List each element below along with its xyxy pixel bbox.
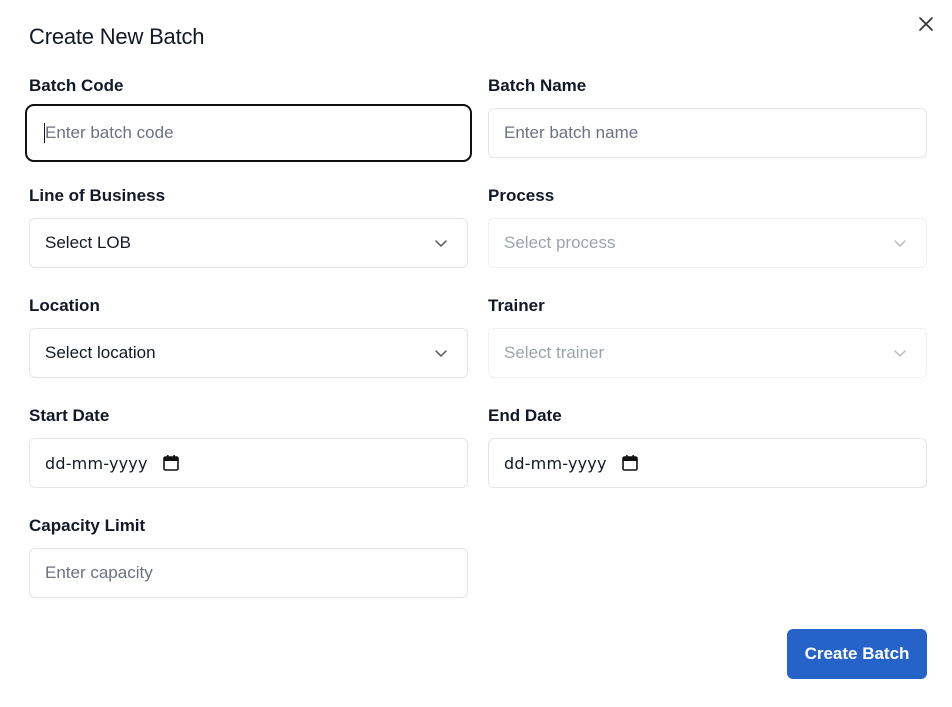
create-batch-button[interactable]: Create Batch [787, 629, 927, 679]
trainer-label: Trainer [488, 296, 545, 315]
batch-name-field: Batch Name [488, 75, 927, 158]
batch-name-input-box[interactable] [488, 108, 927, 158]
end-date-label: End Date [488, 406, 562, 425]
dialog-title: Create New Batch [29, 24, 205, 49]
end-date-value: dd-mm-yyyy [504, 453, 607, 473]
process-label: Process [488, 186, 555, 205]
capacity-field: Capacity Limit [29, 515, 468, 598]
start-date-label: Start Date [29, 406, 110, 425]
start-date-value: dd-mm-yyyy [45, 453, 148, 473]
batch-name-input[interactable] [504, 123, 911, 143]
batch-code-label: Batch Code [29, 76, 124, 95]
chevron-down-icon [893, 346, 907, 360]
close-icon[interactable] [919, 16, 933, 36]
end-date-input[interactable]: dd-mm-yyyy [488, 438, 927, 488]
trainer-select[interactable]: Select trainer [488, 328, 927, 378]
capacity-input[interactable] [45, 563, 452, 583]
location-label: Location [29, 296, 100, 315]
capacity-input-box[interactable] [29, 548, 468, 598]
chevron-down-icon [434, 236, 448, 250]
start-date-field: Start Date dd-mm-yyyy [29, 405, 468, 488]
lob-selected-value: Select LOB [45, 233, 131, 252]
process-field: Process Select process [488, 185, 927, 268]
batch-name-label: Batch Name [488, 76, 587, 95]
capacity-label: Capacity Limit [29, 516, 146, 535]
location-selected-value: Select location [45, 343, 156, 362]
calendar-icon[interactable] [621, 454, 639, 472]
chevron-down-icon [893, 236, 907, 250]
location-select[interactable]: Select location [29, 328, 468, 378]
end-date-field: End Date dd-mm-yyyy [488, 405, 927, 488]
batch-code-input-box[interactable] [25, 104, 472, 162]
start-date-input[interactable]: dd-mm-yyyy [29, 438, 468, 488]
process-selected-value: Select process [504, 233, 616, 252]
batch-code-input[interactable] [45, 123, 453, 143]
lob-select[interactable]: Select LOB [29, 218, 468, 268]
batch-code-field: Batch Code [25, 75, 472, 162]
calendar-icon[interactable] [162, 454, 180, 472]
trainer-selected-value: Select trainer [504, 343, 605, 362]
lob-label: Line of Business [29, 186, 166, 205]
process-select[interactable]: Select process [488, 218, 927, 268]
create-batch-dialog: Create New Batch Batch Code Batch Name L… [0, 0, 952, 707]
location-field: Location Select location [29, 295, 468, 378]
chevron-down-icon [434, 346, 448, 360]
close-button[interactable] [916, 16, 936, 36]
lob-field: Line of Business Select LOB [29, 185, 468, 268]
trainer-field: Trainer Select trainer [488, 295, 927, 378]
